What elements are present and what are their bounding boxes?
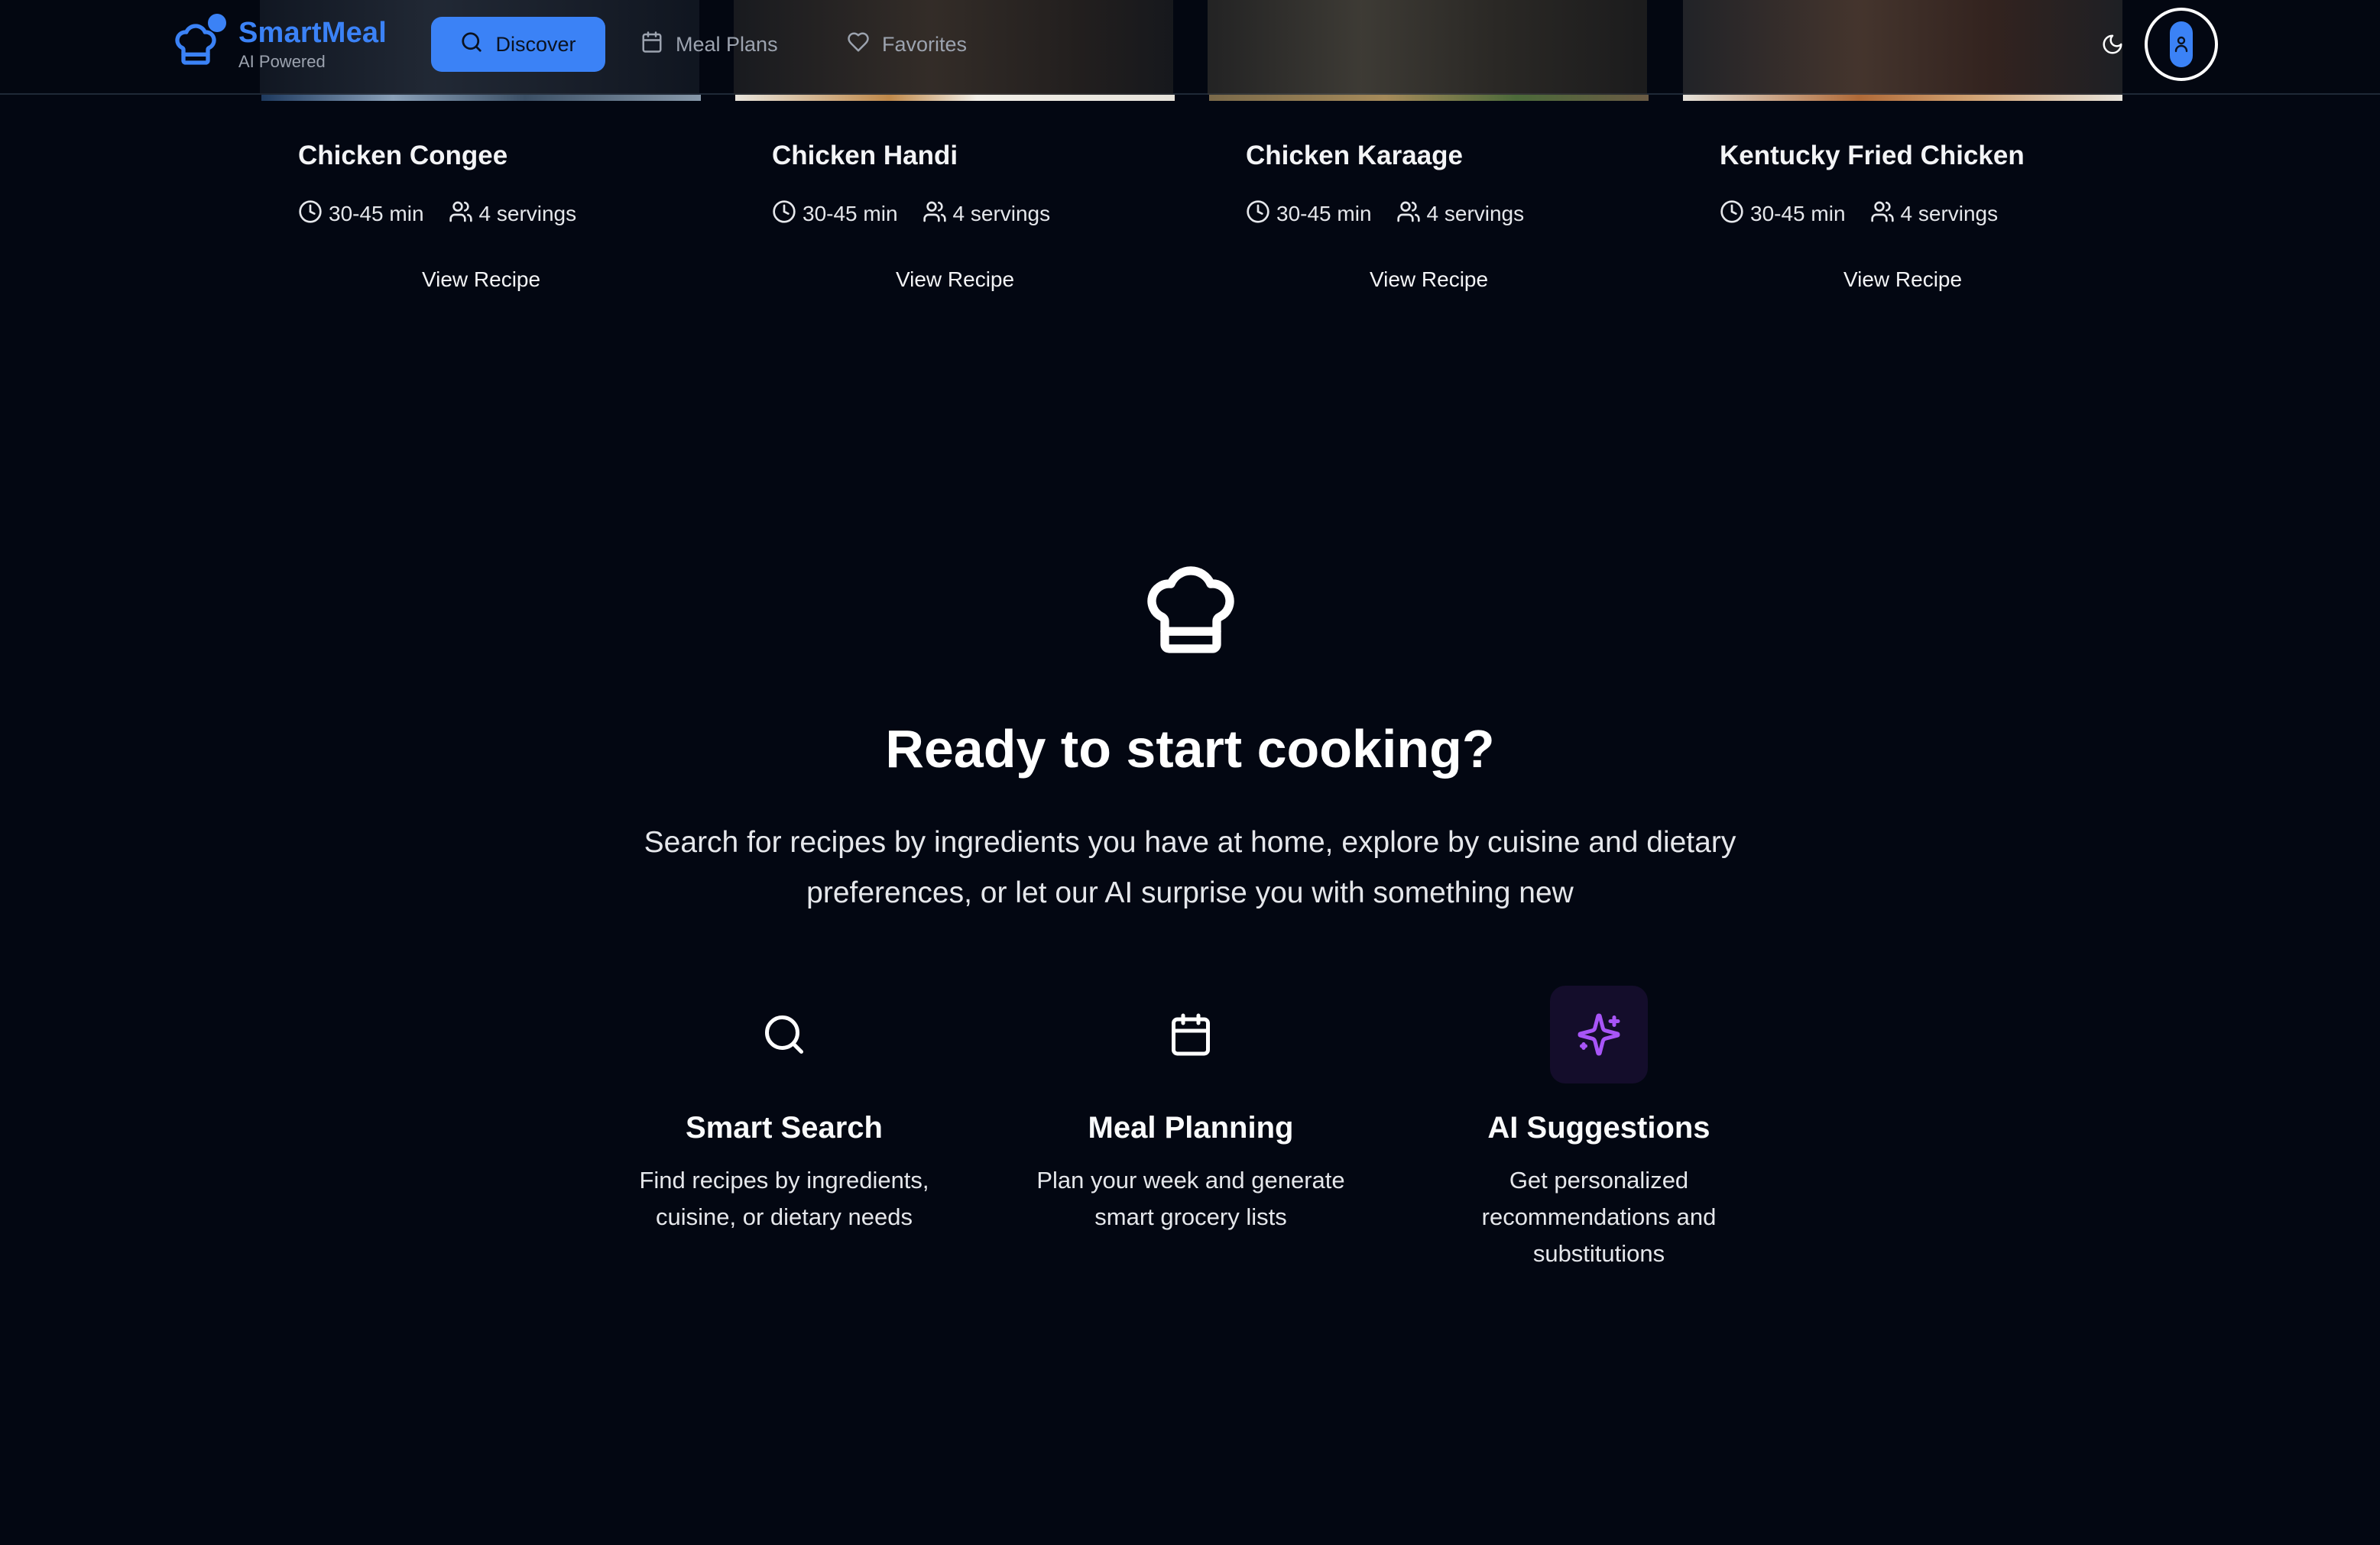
users-icon [449, 199, 479, 229]
view-recipe-button[interactable]: View Recipe [1683, 267, 2122, 292]
nav-label: Discover [495, 32, 576, 56]
logo-title: SmartMeal [238, 17, 387, 49]
recipe-meta: 30-45 min 4 servings [1246, 199, 1548, 229]
cook-time: 30-45 min [1720, 199, 1846, 229]
feature-title: AI Suggestions [1487, 1111, 1710, 1145]
sparkles-icon [1550, 986, 1648, 1083]
users-icon [922, 199, 953, 229]
calendar-icon [1142, 986, 1240, 1083]
top-header: SmartMeal AI Powered Discover Meal Plans [0, 0, 2380, 95]
recipe-meta: 30-45 min 4 servings [772, 199, 1075, 229]
nav-favorites[interactable]: Favorites [847, 17, 1000, 72]
servings: 4 servings [449, 199, 577, 229]
cta-description: Search for recipes by ingredients you ha… [644, 826, 1736, 909]
recipe-card[interactable]: Chicken Karaage 30-45 min 4 servings Vie… [1209, 101, 1649, 330]
servings-value: 4 servings [1426, 202, 1525, 225]
logo-subtitle: AI Powered [238, 52, 326, 71]
feature-title: Smart Search [686, 1111, 883, 1145]
clock-icon [1246, 199, 1276, 229]
moon-icon [2101, 33, 2124, 60]
nav-label: Favorites [882, 32, 968, 56]
calendar-icon [640, 31, 676, 59]
search-icon [735, 986, 833, 1083]
cook-time-value: 30-45 min [329, 202, 424, 225]
nav-label: Meal Plans [676, 32, 778, 56]
users-icon [1870, 199, 1901, 229]
recipe-card[interactable]: Chicken Handi 30-45 min 4 servings View … [735, 101, 1175, 330]
servings: 4 servings [1870, 199, 1999, 229]
cook-time-value: 30-45 min [803, 202, 898, 225]
app-root: SmartMeal AI Powered Discover Meal Plans [0, 0, 2380, 1545]
cook-time: 30-45 min [298, 199, 424, 229]
servings-value: 4 servings [1900, 202, 1999, 225]
notification-dot [208, 14, 226, 32]
clock-icon [772, 199, 803, 229]
view-recipe-button[interactable]: View Recipe [261, 267, 701, 292]
feature-title: Meal Planning [1088, 1111, 1294, 1145]
cta-title: Ready to start cooking? [885, 719, 1495, 779]
feature-description: Find recipes by ingredients, cuisine, or… [639, 1167, 929, 1230]
view-recipe-button[interactable]: View Recipe [1209, 267, 1649, 292]
recipe-card[interactable]: Chicken Congee 30-45 min 4 servings View… [261, 101, 701, 330]
clock-icon [298, 199, 329, 229]
clock-icon [1720, 199, 1750, 229]
app-logo[interactable]: SmartMeal AI Powered [171, 14, 416, 78]
users-icon [1396, 199, 1427, 229]
cook-time-value: 30-45 min [1276, 202, 1372, 225]
servings-value: 4 servings [952, 202, 1051, 225]
servings-value: 4 servings [478, 202, 577, 225]
chef-hat-icon [1139, 558, 1243, 662]
servings: 4 servings [922, 199, 1051, 229]
nav-meal-plans[interactable]: Meal Plans [640, 17, 809, 72]
user-icon [2170, 21, 2193, 67]
cook-time: 30-45 min [1246, 199, 1372, 229]
servings: 4 servings [1396, 199, 1525, 229]
feature-description: Plan your week and generate smart grocer… [1036, 1167, 1345, 1230]
cook-time-value: 30-45 min [1750, 202, 1846, 225]
view-recipe-button[interactable]: View Recipe [735, 267, 1175, 292]
heart-icon [847, 31, 882, 59]
feature-description: Get personalized recommendations and sub… [1481, 1167, 1717, 1267]
recipe-meta: 30-45 min 4 servings [298, 199, 601, 229]
recipe-meta: 30-45 min 4 servings [1720, 199, 2022, 229]
search-icon [460, 31, 495, 59]
feature-ai-suggestions: AI Suggestions Get personalized recommen… [1423, 986, 1775, 1272]
feature-meal-planning: Meal Planning Plan your week and generat… [1015, 986, 1367, 1236]
recipe-title: Chicken Handi [772, 141, 958, 170]
recipe-title: Chicken Karaage [1246, 141, 1464, 170]
user-avatar-button[interactable] [2145, 8, 2218, 81]
recipe-title: Chicken Congee [298, 141, 508, 170]
nav-discover[interactable]: Discover [431, 17, 605, 72]
feature-smart-search: Smart Search Find recipes by ingredients… [608, 986, 960, 1236]
recipe-title: Kentucky Fried Chicken [1720, 141, 2025, 170]
recipe-card[interactable]: Kentucky Fried Chicken 30-45 min 4 servi… [1683, 101, 2122, 330]
cook-time: 30-45 min [772, 199, 898, 229]
theme-toggle-button[interactable] [2094, 28, 2131, 64]
